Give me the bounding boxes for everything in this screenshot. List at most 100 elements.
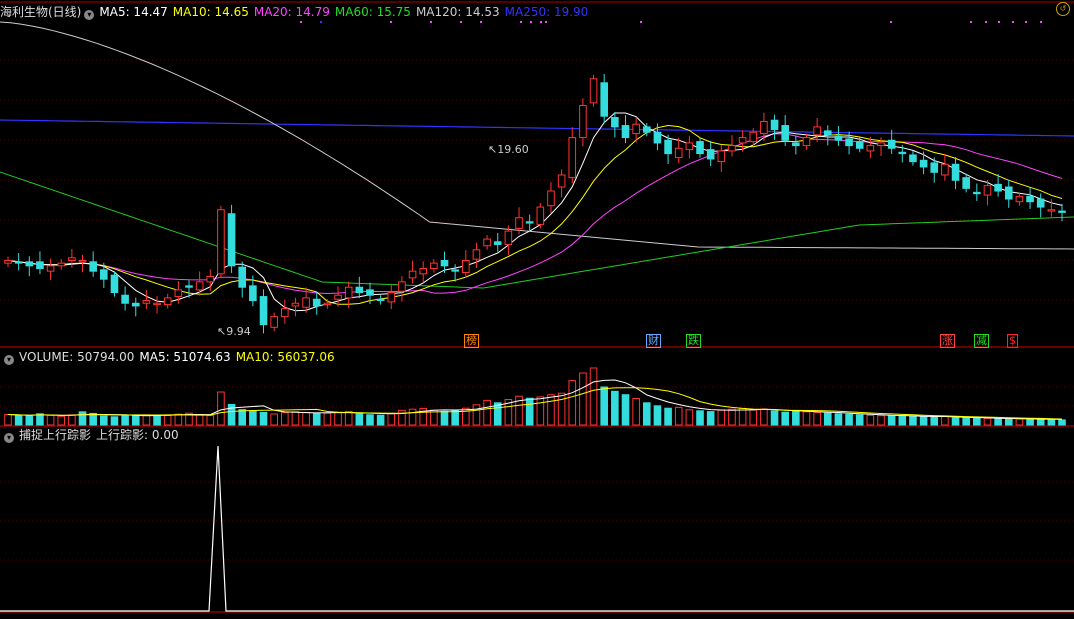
high-price-annotation: ↖19.60 xyxy=(488,143,529,156)
candle-body xyxy=(685,142,694,151)
candle-body xyxy=(834,135,843,141)
signal-dot xyxy=(1040,21,1042,23)
candle-body xyxy=(547,190,555,207)
volume-bar xyxy=(1015,418,1024,426)
volume-value: VOLUME: 50794.00 xyxy=(19,350,135,364)
candle-body xyxy=(994,183,1002,192)
candle-body xyxy=(408,270,417,279)
candle-body xyxy=(887,139,896,149)
candle-body xyxy=(781,125,789,141)
volume-bar xyxy=(909,415,917,426)
volume-bar xyxy=(738,407,747,426)
event-marker-1[interactable]: 财 xyxy=(646,334,661,348)
candle-body xyxy=(312,298,321,307)
volume-bar xyxy=(685,409,694,426)
refresh-icon[interactable]: ↺ xyxy=(1056,2,1070,16)
candle-body xyxy=(568,137,577,179)
volume-bar xyxy=(951,417,960,426)
event-marker-3[interactable]: 涨 xyxy=(940,334,955,348)
volume-bar xyxy=(887,415,896,426)
volume-bar xyxy=(163,415,172,426)
indicator-name: 捕捉上行踪影 xyxy=(19,428,92,442)
ma-labels: MA5: 14.47 MA10: 14.65 MA20: 14.79 MA60: 15… xyxy=(99,5,593,19)
signal-dot xyxy=(300,21,302,23)
candle-body xyxy=(281,308,289,318)
candle-body xyxy=(472,249,481,260)
volume-bar xyxy=(387,412,396,426)
candle-body xyxy=(163,297,172,306)
event-marker-5[interactable]: $ xyxy=(1007,334,1018,348)
volume-bar xyxy=(142,414,151,426)
volume-chevron-icon[interactable]: ▾ xyxy=(4,355,14,365)
candle-body xyxy=(504,230,513,245)
candle-body xyxy=(515,217,523,229)
candle-body xyxy=(387,292,396,303)
candle-body xyxy=(291,302,300,307)
volume-bar xyxy=(14,414,23,426)
volume-bar xyxy=(994,418,1002,426)
settings-chevron-icon[interactable]: ▾ xyxy=(84,10,95,20)
candle-body xyxy=(142,300,151,304)
indicator-line xyxy=(0,445,1074,612)
candle-body xyxy=(323,302,332,306)
indicator-value: 上行踪影: 0.00 xyxy=(96,428,179,442)
candle-body xyxy=(919,159,928,168)
volume-bar xyxy=(57,415,66,426)
volume-bar xyxy=(536,396,545,426)
candle-body xyxy=(706,149,715,160)
volume-bar xyxy=(121,415,129,426)
signal-dot xyxy=(998,21,1000,23)
signal-dot xyxy=(520,21,522,23)
candle-body xyxy=(376,298,385,302)
volume-bar xyxy=(632,398,640,426)
candle-body xyxy=(930,162,939,173)
volume-bar xyxy=(344,410,353,426)
candle-body xyxy=(589,78,598,104)
candle-body xyxy=(802,137,811,147)
candle-body xyxy=(57,262,66,267)
candle-body xyxy=(579,105,587,139)
candle-body xyxy=(270,316,278,328)
volume-bar xyxy=(483,399,491,426)
main-chart-header: 海利生物(日线) ▾ MA5: 14.47 MA10: 14.65 MA20: 14.7… xyxy=(0,4,598,20)
candle-body xyxy=(973,191,981,195)
volume-bar xyxy=(153,414,161,426)
volume-bar xyxy=(568,380,577,426)
event-marker-2[interactable]: 跌 xyxy=(686,334,701,348)
ma20-line xyxy=(7,133,1063,295)
volume-bar xyxy=(525,397,534,426)
volume-bar xyxy=(312,413,321,426)
candle-body xyxy=(259,296,268,326)
candle-body xyxy=(238,266,247,288)
candle-body xyxy=(653,131,662,144)
event-marker-4[interactable]: 减 xyxy=(974,334,989,348)
candle-body xyxy=(110,274,119,294)
volume-ma10: MA10: 56037.06 xyxy=(235,350,335,364)
signal-dot xyxy=(1025,21,1027,23)
ma-label-2: MA20: 14.79 xyxy=(253,5,330,19)
candle-body xyxy=(962,177,970,189)
candle-body xyxy=(1026,195,1034,203)
ma60-line xyxy=(0,171,1074,289)
volume-bar xyxy=(749,409,758,426)
candle-body xyxy=(174,289,183,298)
candle-body xyxy=(600,82,609,117)
candle-body xyxy=(696,141,704,155)
volume-bar xyxy=(845,413,853,426)
volume-header: ▾ VOLUME: 50794.00 MA5: 51074.63 MA10: 5603… xyxy=(0,349,340,365)
candle-body xyxy=(398,281,406,292)
signal-dot xyxy=(985,21,987,23)
volume-bar xyxy=(589,367,598,426)
candle-body xyxy=(1047,209,1056,212)
candle-body xyxy=(206,276,215,283)
chart-canvas xyxy=(0,1,1074,613)
candle-body xyxy=(823,130,832,136)
candle-body xyxy=(760,121,768,135)
event-marker-0[interactable]: 榜 xyxy=(464,334,479,348)
volume-bar xyxy=(728,408,736,426)
volume-bar xyxy=(792,410,800,426)
volume-bar xyxy=(781,411,789,426)
candle-body xyxy=(525,221,534,224)
indicator-chevron-icon[interactable]: ▾ xyxy=(4,433,14,443)
candle-body xyxy=(898,151,907,155)
